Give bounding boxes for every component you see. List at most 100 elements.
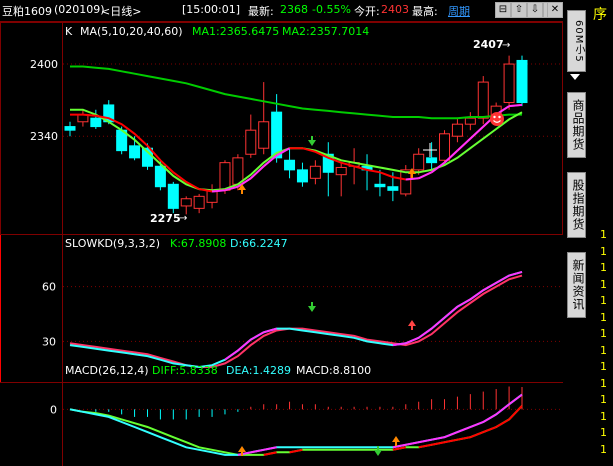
- candle-body: [90, 117, 102, 128]
- kd-k-rising-segment: [250, 331, 265, 341]
- kd-k-rising-segment: [456, 298, 471, 308]
- tab-scroll-icon[interactable]: [570, 74, 580, 80]
- candle-body: [426, 157, 438, 164]
- candle-body: [167, 183, 179, 209]
- low-marker: 2275: [150, 212, 181, 225]
- high-marker: 2407: [473, 38, 504, 51]
- right-digit: 1: [600, 310, 607, 324]
- right-digit: 1: [600, 426, 607, 439]
- macd-dea-rising-segment: [482, 426, 497, 434]
- candle-body: [464, 117, 476, 125]
- candle-body: [232, 157, 244, 185]
- macd-diff: DIFF:5.8338: [152, 364, 218, 377]
- sell-arrow-icon: [308, 136, 316, 146]
- kd-k-value: K:67.8908: [170, 237, 226, 250]
- ma-short-rising-segment: [211, 189, 226, 193]
- right-digit: 1: [600, 376, 607, 390]
- macd-dea-rising-segment: [444, 438, 458, 444]
- kd-grid: [63, 286, 563, 342]
- right-digit: 1: [600, 442, 607, 456]
- right-digit: 1: [600, 277, 607, 291]
- latest-value: 2368: [280, 3, 308, 16]
- right-digit: 1: [600, 343, 607, 357]
- macd-diff-rising-segment: [263, 446, 277, 451]
- kline-tick-label: 2400: [30, 58, 58, 71]
- candle-body: [296, 169, 308, 183]
- candle-body: [64, 126, 76, 131]
- ma2-value: MA2:2357.7014: [282, 25, 369, 38]
- candle-body: [503, 63, 515, 104]
- tab-news[interactable]: 新闻资讯: [567, 252, 586, 318]
- ma-short-rising-segment: [508, 103, 523, 108]
- macd-diff-rising-segment: [508, 393, 523, 406]
- buy-arrow-icon: [408, 320, 416, 330]
- right-digit: 1: [600, 244, 607, 258]
- macd-dea-rising-segment: [469, 431, 484, 439]
- candle-body: [477, 81, 489, 119]
- tab-index-futures[interactable]: 股指期货: [567, 172, 586, 238]
- kd-tick-label: 60: [42, 281, 56, 294]
- macd-value: MACD:8.8100: [296, 364, 371, 377]
- macd-diff-rising-segment: [405, 441, 419, 446]
- candle-body: [516, 59, 528, 104]
- candle-body: [154, 165, 166, 188]
- macd-series: [69, 386, 523, 456]
- candle-body: [180, 198, 192, 207]
- candle-body: [129, 145, 141, 159]
- macd-dea-rising-segment: [495, 418, 510, 428]
- crosshair-cursor: [423, 143, 437, 157]
- close-icon[interactable]: ✕: [547, 2, 563, 18]
- macd-dea: DEA:1.4289: [226, 364, 291, 377]
- symbol-name: 豆粕1609: [2, 5, 52, 18]
- right-digit: 1: [600, 327, 607, 340]
- smiley-icon: [490, 112, 504, 126]
- high-marker-arrow: →: [502, 40, 510, 51]
- right-digit: 1: [600, 393, 607, 406]
- time-label: [15:00:01]: [182, 3, 240, 16]
- axis-ticks: 2400 2340 60 30 0: [30, 58, 58, 416]
- right-digit: 1: [600, 228, 607, 241]
- ma-long-line: [70, 65, 522, 120]
- macd-dea-rising-segment: [263, 451, 277, 456]
- macd-diff-rising-segment: [444, 431, 458, 439]
- up-icon[interactable]: ⇧: [511, 2, 527, 18]
- right-digit: 1: [600, 261, 607, 274]
- right-digit: 1: [600, 409, 607, 423]
- tab-commodity-futures[interactable]: 商品期货: [567, 92, 586, 158]
- corner-label: 序: [593, 7, 607, 23]
- candle-body: [258, 121, 270, 149]
- candle-body: [219, 162, 231, 191]
- low-marker-arrow: →: [179, 213, 187, 224]
- right-digit: 1: [600, 294, 607, 307]
- macd-dea-rising-segment: [457, 436, 471, 441]
- kd-k-rising-segment: [418, 327, 433, 339]
- cycle-button[interactable]: 周期: [448, 3, 470, 19]
- macd-dea-rising-segment: [508, 405, 523, 421]
- high-label: 最高:: [412, 5, 438, 18]
- macd-dea-rising-segment: [431, 441, 445, 446]
- prev-icon[interactable]: ⊟: [495, 2, 511, 18]
- buy-arrow-icon: [392, 436, 400, 446]
- sell-arrow-icon: [308, 302, 316, 312]
- macd-diff-rising-segment: [457, 426, 471, 434]
- macd-title: MACD(26,12,4): [65, 364, 149, 377]
- kline-legend-ma: MA(5,10,20,40,60): [80, 25, 183, 38]
- candle-body: [284, 159, 296, 171]
- macd-tick-label: 0: [50, 403, 57, 416]
- macd-diff-rising-segment: [250, 448, 264, 454]
- candle-body: [335, 166, 347, 176]
- change-pct: -0.55%: [312, 3, 351, 16]
- candle-body: [387, 186, 399, 191]
- candle-body: [451, 123, 463, 137]
- kline-legend-prefix: K: [65, 25, 73, 38]
- chart-area[interactable]: 2400 2340 60 30 0 K MA(5,10,20,40,60) MA1:23…: [0, 22, 563, 466]
- open-label: 今开:: [354, 5, 380, 18]
- ma-short-rising-segment: [469, 125, 484, 140]
- tab-period[interactable]: 60M小5: [567, 10, 586, 72]
- macd-dea-rising-segment: [418, 443, 432, 449]
- kd-d-value: D:66.2247: [230, 237, 288, 250]
- candle-body: [309, 165, 321, 179]
- down-icon[interactable]: ⇩: [527, 2, 543, 18]
- macd-diff-rising-segment: [482, 413, 497, 423]
- candle-body: [374, 183, 386, 188]
